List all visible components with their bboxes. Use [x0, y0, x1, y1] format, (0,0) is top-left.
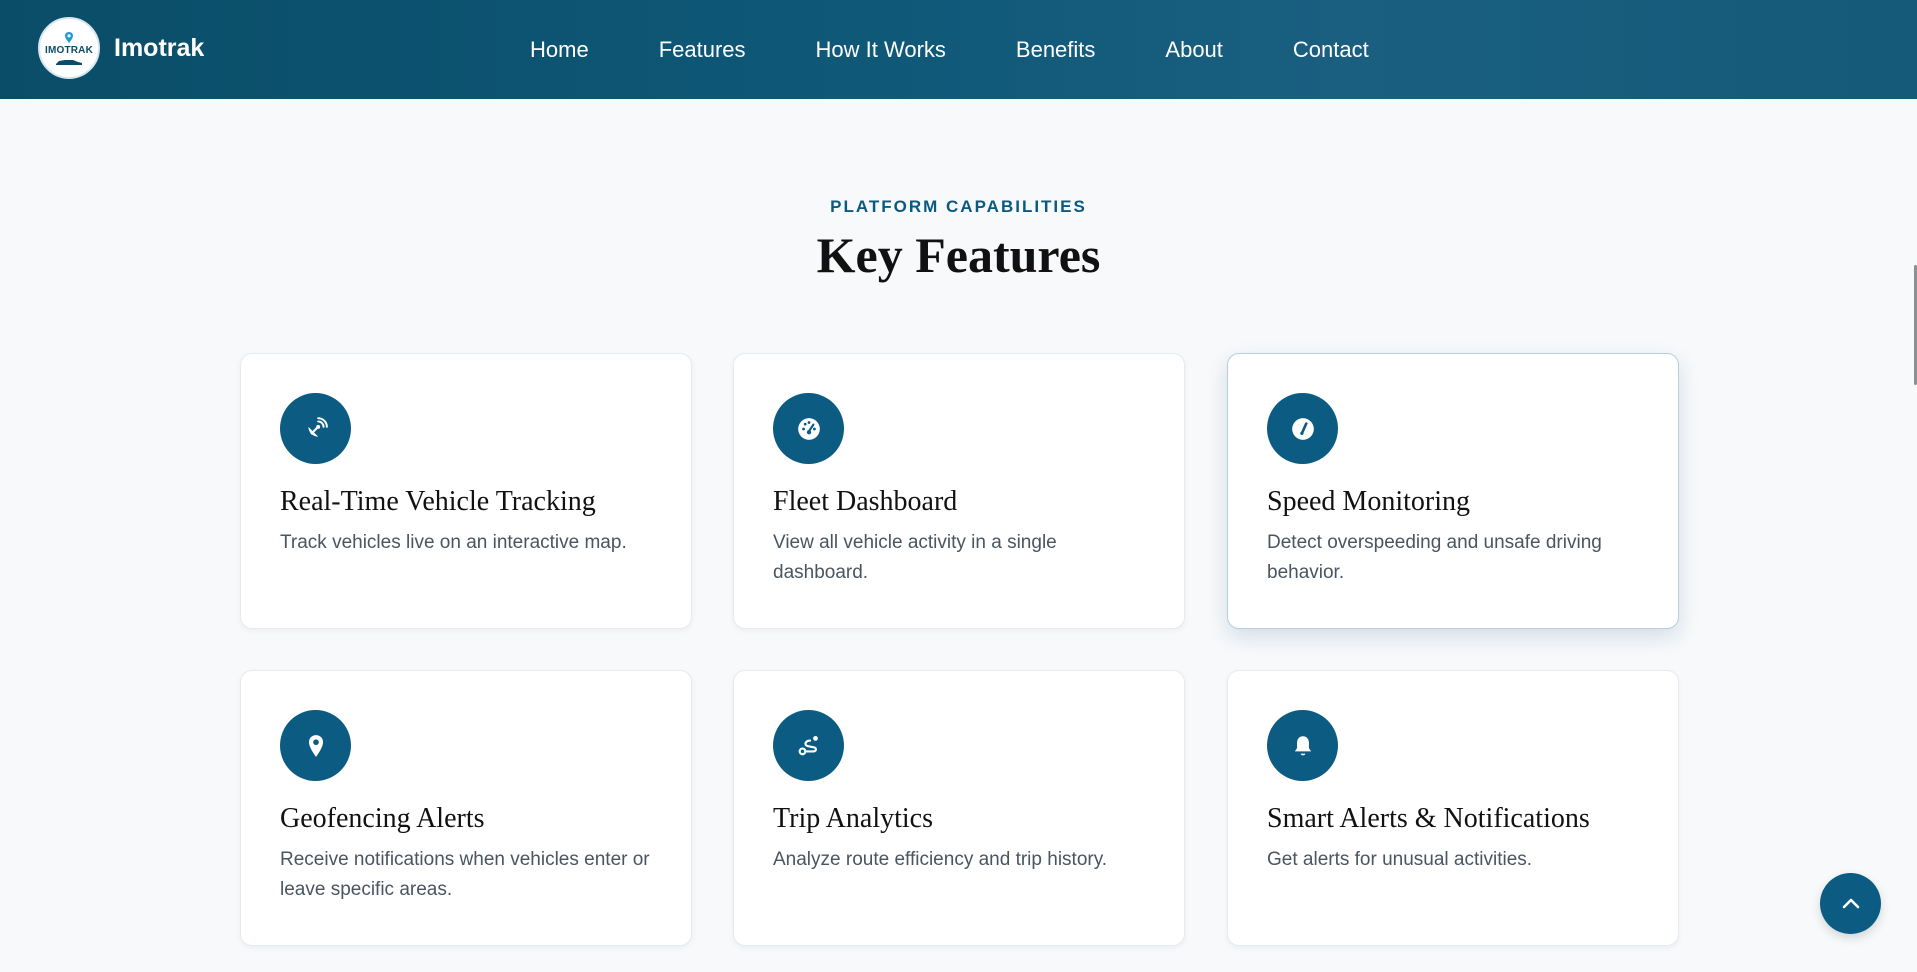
route-icon — [773, 710, 844, 781]
brand[interactable]: IMOTRAK Imotrak — [38, 17, 204, 79]
feature-card-trip-analytics[interactable]: Trip Analytics Analyze route efficiency … — [733, 670, 1185, 946]
nav-link-how-it-works[interactable]: How It Works — [816, 37, 946, 63]
bell-icon — [1267, 710, 1338, 781]
logo-car-icon — [56, 59, 82, 65]
feature-description: View all vehicle activity in a single da… — [773, 532, 1057, 583]
nav-link-about[interactable]: About — [1165, 37, 1223, 63]
logo-pin-icon — [65, 31, 73, 43]
nav-link-benefits[interactable]: Benefits — [1016, 37, 1096, 63]
feature-card-fleet-dashboard[interactable]: Fleet Dashboard View all vehicle activit… — [733, 353, 1185, 629]
main-nav: Home Features How It Works Benefits Abou… — [530, 0, 1439, 99]
section-title: Key Features — [816, 227, 1101, 283]
feature-title: Smart Alerts & Notifications — [1267, 803, 1590, 834]
map-pin-icon — [280, 710, 351, 781]
satellite-dish-icon — [280, 393, 351, 464]
feature-title: Fleet Dashboard — [773, 486, 958, 517]
brand-logo: IMOTRAK — [38, 17, 100, 79]
gauge-dashboard-icon — [773, 393, 844, 464]
feature-card-geofencing[interactable]: Geofencing Alerts Receive notifications … — [240, 670, 692, 946]
section-eyebrow: PLATFORM CAPABILITIES — [830, 197, 1087, 216]
feature-description: Track vehicles live on an interactive ma… — [280, 532, 627, 553]
nav-link-home[interactable]: Home — [530, 37, 589, 63]
feature-card-speed-monitoring[interactable]: Speed Monitoring Detect overspeeding and… — [1227, 353, 1679, 629]
feature-description: Detect overspeeding and unsafe driving b… — [1267, 532, 1602, 583]
feature-description: Get alerts for unusual activities. — [1267, 849, 1533, 870]
feature-title: Speed Monitoring — [1267, 486, 1470, 517]
feature-title: Trip Analytics — [773, 803, 933, 834]
feature-card-real-time-tracking[interactable]: Real-Time Vehicle Tracking Track vehicle… — [240, 353, 692, 629]
nav-link-contact[interactable]: Contact — [1293, 37, 1369, 63]
feature-description: Receive notifications when vehicles ente… — [280, 849, 650, 900]
top-navbar: IMOTRAK Imotrak Home Features How It Wor… — [0, 0, 1917, 99]
back-to-top-button[interactable] — [1820, 873, 1881, 934]
feature-card-smart-alerts[interactable]: Smart Alerts & Notifications Get alerts … — [1227, 670, 1679, 946]
feature-title: Geofencing Alerts — [280, 803, 485, 834]
logo-text: IMOTRAK — [44, 44, 94, 56]
nav-link-features[interactable]: Features — [659, 37, 746, 63]
feature-description: Analyze route efficiency and trip histor… — [773, 849, 1108, 870]
chevron-up-icon — [1842, 898, 1859, 908]
brand-name: Imotrak — [114, 33, 205, 62]
feature-title: Real-Time Vehicle Tracking — [280, 486, 596, 517]
speedometer-icon — [1267, 393, 1338, 464]
